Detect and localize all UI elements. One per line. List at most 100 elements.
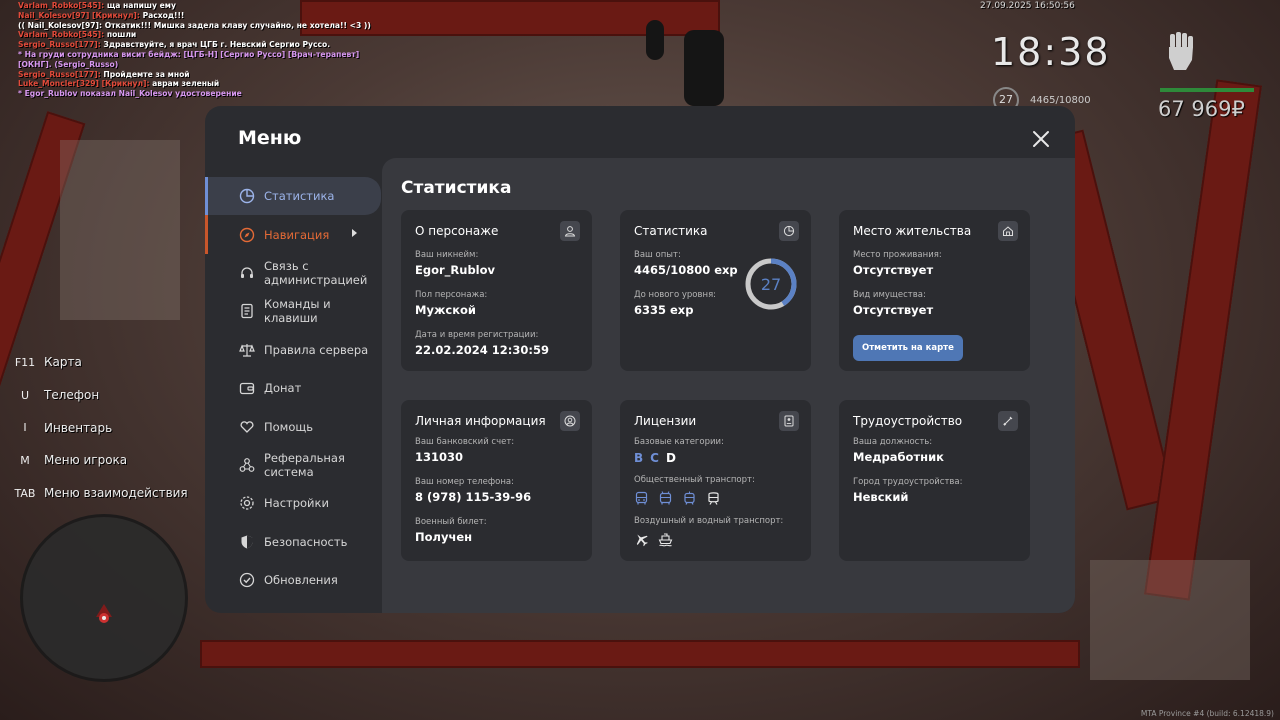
bank-label: Ваш банковский счет:	[415, 437, 515, 447]
chat-message: аврам зеленый	[152, 79, 220, 89]
person-1	[684, 30, 724, 106]
boat-icon	[658, 533, 673, 547]
chat-author: ((	[18, 20, 25, 30]
level-progress-ring: 27	[745, 258, 797, 310]
compass-icon	[238, 226, 256, 244]
sidebar-item-donate[interactable]: Донат	[205, 369, 381, 407]
sidebar-item-admin-contact[interactable]: Связь с администрацией	[205, 254, 381, 292]
heart-hand-icon	[238, 418, 256, 436]
level-number: 27	[761, 275, 781, 294]
shield-icon	[238, 533, 256, 551]
player-marker-icon	[96, 604, 112, 623]
money-bar	[1160, 88, 1254, 92]
hotkey-item[interactable]: F11 Карта	[10, 346, 188, 379]
sidebar-item-label: Команды и клавиши	[264, 297, 331, 326]
license-category-c: C	[650, 451, 659, 465]
card-statistics: Статистика Ваш опыт: 4465/10800 exp До н…	[620, 210, 811, 371]
phone-label: Ваш номер телефона:	[415, 477, 514, 487]
hotkey-item[interactable]: M Меню игрока	[10, 444, 188, 477]
tram-icon	[684, 491, 695, 505]
panel-title: Статистика	[401, 178, 512, 198]
hotkey-item[interactable]: I Инвентарь	[10, 411, 188, 444]
fist-icon	[1169, 32, 1193, 70]
hotkey-key: U	[20, 388, 30, 402]
public-transport-label: Общественный транспорт:	[634, 475, 755, 485]
sidebar-item-updates[interactable]: Обновления	[205, 561, 381, 599]
employment-city-label: Город трудоустройства:	[853, 477, 963, 487]
sidebar-item-label: Обновления	[264, 573, 338, 588]
chat-line: (( Nail_Kolesov[97]: Откатик!!! Мишка за…	[18, 21, 371, 31]
sidebar-item-label: Донат	[264, 381, 302, 396]
card-title: Личная информация	[415, 414, 546, 428]
sidebar-item-navigation[interactable]: Навигация	[205, 215, 381, 255]
card-title: Место жительства	[853, 224, 972, 238]
chat-author: Varlam_Robko[545]:	[18, 30, 105, 40]
air-water-transport-icons	[634, 532, 797, 547]
card-about-character: О персонаже Ваш никнейм: Egor_Rublov Пол…	[401, 210, 592, 371]
hotkey-label: Карта	[44, 355, 82, 370]
user-icon	[560, 221, 580, 241]
network-icon	[238, 456, 256, 474]
hud-clock: 18:38	[991, 30, 1111, 74]
sidebar-item-label: Помощь	[264, 419, 314, 434]
base-categories-label: Базовые категории:	[634, 437, 724, 447]
sidebar-item-label: Настройки	[264, 496, 329, 511]
hotkey-key: M	[20, 453, 30, 467]
wallet-icon	[238, 379, 256, 397]
sidebar-item-commands[interactable]: Команды и клавиши	[205, 292, 381, 330]
sidebar-item-security[interactable]: Безопасность	[205, 523, 381, 561]
trolleybus-icon	[659, 491, 672, 505]
chat-log: Varlam_Robko[545]: ща напишу ему Nail_Kol…	[18, 1, 371, 99]
tile-1	[60, 140, 180, 320]
document-icon	[238, 302, 256, 320]
sidebar-item-rules[interactable]: Правила сервера	[205, 331, 381, 369]
registration-label: Дата и время регистрации:	[415, 330, 539, 340]
hud-date: 27.09.2025 16:50:56	[980, 1, 1075, 11]
position-label: Ваша должность:	[853, 437, 933, 447]
id-card-icon	[779, 411, 799, 431]
chat-author: Sergio_Russo[177]:	[18, 40, 101, 50]
sidebar-item-settings[interactable]: Настройки	[205, 484, 381, 522]
sidebar-item-statistics[interactable]: Статистика	[205, 177, 381, 216]
hotkey-key: I	[23, 421, 27, 435]
chat-message: Здравствуйте, я врач ЦГБ г. Невский Серг…	[103, 40, 331, 50]
chat-line: Sergio_Russo[177]: Здравствуйте, я врач …	[18, 40, 371, 50]
nickname-label: Ваш никнейм:	[415, 250, 479, 260]
card-residence: Место жительства Место проживания: Отсут…	[839, 210, 1030, 371]
chat-message: пошли	[106, 30, 137, 40]
chat-message: ща напишу ему	[106, 1, 176, 10]
chat-author: Nail_Kolesov[97] [Крикнул]:	[18, 10, 140, 20]
chat-line: * Egor_Rublov показал Nail_Kolesov удост…	[18, 89, 371, 99]
chat-line: Varlam_Robko[545]: пошли	[18, 30, 371, 40]
mark-on-map-button[interactable]: Отметить на карте	[853, 335, 963, 361]
cursor-arrow-icon	[352, 229, 357, 238]
hotkey-item[interactable]: U Телефон	[10, 379, 188, 412]
hud-money: 67 969₽	[1158, 97, 1245, 121]
chat-line: Luke_Moncler[329] [Крикнул]: аврам зелен…	[18, 79, 371, 89]
chat-line: * На груди сотрудника висит бейдж: [ЦГБ-…	[18, 50, 371, 60]
license-category-b: B	[634, 451, 644, 465]
hotkey-label: Инвентарь	[44, 420, 113, 435]
license-categories: BCD	[634, 451, 797, 465]
hotkey-item[interactable]: TAB Меню взаимодействия	[10, 477, 188, 510]
card-title: Лицензии	[634, 414, 697, 428]
sidebar-item-referral[interactable]: Реферальная система	[205, 446, 381, 484]
statistics-panel: Статистика О персонаже Ваш никнейм: Egor…	[382, 158, 1075, 613]
user-circle-icon	[560, 411, 580, 431]
build-watermark: MTA Province #4 (build: 6.12418.9)	[1140, 709, 1274, 718]
sidebar-item-help[interactable]: Помощь	[205, 407, 381, 445]
minimap[interactable]	[20, 514, 188, 682]
sidebar-item-label: Статистика	[264, 189, 335, 204]
registration-value: 22.02.2024 12:30:59	[415, 343, 549, 357]
air-water-transport-label: Воздушный и водный транспорт:	[634, 516, 784, 526]
card-title: О персонаже	[415, 224, 499, 238]
menu-sidebar: Статистика Навигация Связь с администрац…	[205, 177, 381, 599]
person-2	[646, 20, 664, 60]
pie-chart-icon	[238, 187, 256, 205]
close-icon[interactable]	[1031, 129, 1051, 149]
card-title: Трудоустройство	[853, 414, 963, 428]
military-label: Военный билет:	[415, 517, 487, 527]
chat-message: Пройдемте за мной	[103, 69, 190, 79]
card-personal-info: Личная информация Ваш банковский счет: 1…	[401, 400, 592, 561]
menu-title: Меню	[238, 127, 302, 149]
